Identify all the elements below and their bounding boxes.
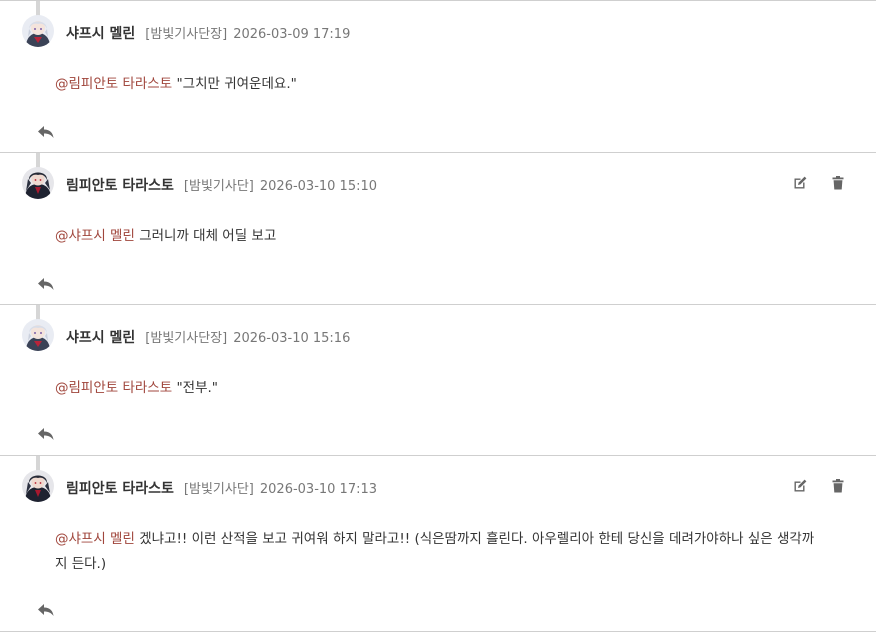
author-name[interactable]: 림피안토 타라스토 <box>66 175 174 195</box>
author-role: [밤빛기사단장] <box>145 331 228 346</box>
author-name[interactable]: 림피안토 타라스토 <box>66 478 174 498</box>
comment-text: "그치만 귀여운데요." <box>176 76 297 92</box>
trash-icon[interactable] <box>830 175 846 191</box>
comment-body: @샤프시 멜린 겠냐고!! 이런 산적을 보고 귀여워 하지 말라고!! (식은… <box>55 527 825 577</box>
edit-icon[interactable] <box>792 175 808 191</box>
comment-timestamp: 2026-03-10 15:10 <box>259 179 378 194</box>
mention-link[interactable]: @림피안토 타라스토 <box>55 76 172 92</box>
comment-body: @샤프시 멜린 그러니까 대체 어딜 보고 <box>55 224 825 249</box>
comment-text: 겠냐고!! 이런 산적을 보고 귀여워 하지 말라고!! (식은땀까지 흘린다.… <box>55 531 815 572</box>
comment-meta: 림피안토 타라스토 [밤빛기사단] 2026-03-10 17:13 <box>66 478 377 498</box>
mention-link[interactable]: @샤프시 멜린 <box>55 531 135 547</box>
author-name[interactable]: 샤프시 멜린 <box>66 23 135 43</box>
reply-icon[interactable] <box>37 427 55 441</box>
author-role: [밤빛기사단] <box>183 179 254 194</box>
comment-item: 림피안토 타라스토 [밤빛기사단] 2026-03-10 17:13 @샤프시 … <box>0 456 876 632</box>
avatar-dark-haired[interactable] <box>22 470 54 502</box>
comment-item: 샤프시 멜린 [밤빛기사단장] 2026-03-09 17:19 @림피안토 타… <box>0 0 876 153</box>
comment-meta: 샤프시 멜린 [밤빛기사단장] 2026-03-10 15:16 <box>66 327 350 347</box>
trash-icon[interactable] <box>830 478 846 494</box>
comment-body: @림피안토 타라스토 "전부." <box>55 376 825 401</box>
mention-link[interactable]: @림피안토 타라스토 <box>55 380 172 396</box>
comment-text: "전부." <box>176 380 219 396</box>
comment-actions <box>792 175 846 191</box>
author-role: [밤빛기사단] <box>183 482 254 497</box>
author-name[interactable]: 샤프시 멜린 <box>66 327 135 347</box>
comment-meta: 샤프시 멜린 [밤빛기사단장] 2026-03-09 17:19 <box>66 23 350 43</box>
reply-icon[interactable] <box>37 603 55 617</box>
comment-item: 림피안토 타라스토 [밤빛기사단] 2026-03-10 15:10 @샤프시 … <box>0 153 876 305</box>
reply-icon[interactable] <box>37 125 55 139</box>
mention-link[interactable]: @샤프시 멜린 <box>55 228 135 244</box>
comment-text: 그러니까 대체 어딜 보고 <box>139 228 277 244</box>
reply-icon[interactable] <box>37 277 55 291</box>
comment-thread: 샤프시 멜린 [밤빛기사단장] 2026-03-09 17:19 @림피안토 타… <box>0 0 876 632</box>
comment-timestamp: 2026-03-10 15:16 <box>233 331 351 346</box>
comment-meta: 림피안토 타라스토 [밤빛기사단] 2026-03-10 15:10 <box>66 175 377 195</box>
avatar-light-haired[interactable] <box>22 319 54 351</box>
comment-body: @림피안토 타라스토 "그치만 귀여운데요." <box>55 72 825 97</box>
author-role: [밤빛기사단장] <box>145 27 228 42</box>
comment-actions <box>792 478 846 494</box>
comment-item: 샤프시 멜린 [밤빛기사단장] 2026-03-10 15:16 @림피안토 타… <box>0 305 876 456</box>
avatar-light-haired[interactable] <box>22 15 54 47</box>
edit-icon[interactable] <box>792 478 808 494</box>
avatar-dark-haired[interactable] <box>22 167 54 199</box>
comment-timestamp: 2026-03-10 17:13 <box>259 482 378 497</box>
comment-timestamp: 2026-03-09 17:19 <box>233 27 351 42</box>
